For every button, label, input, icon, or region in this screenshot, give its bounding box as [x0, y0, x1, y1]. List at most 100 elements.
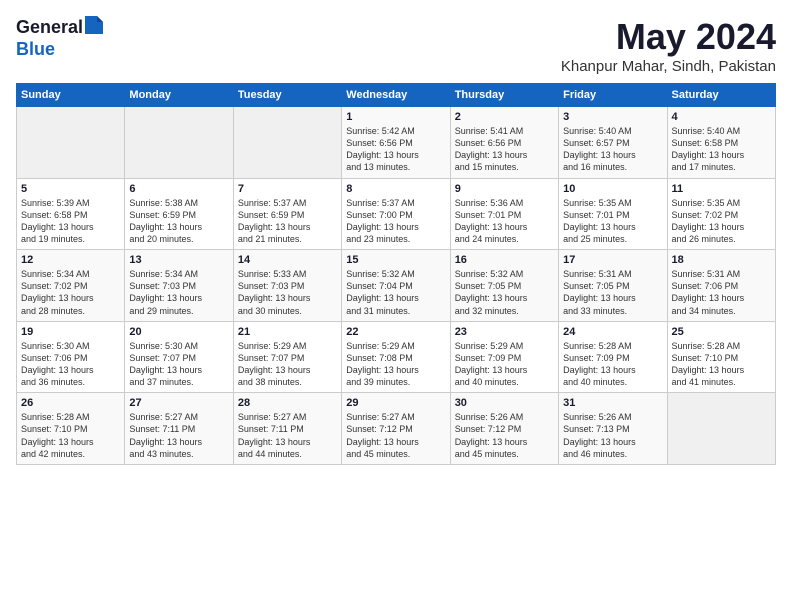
day-info: Sunrise: 5:41 AM Sunset: 6:56 PM Dayligh… [455, 125, 554, 174]
calendar-cell: 29Sunrise: 5:27 AM Sunset: 7:12 PM Dayli… [342, 393, 450, 465]
calendar-week-row: 19 Sunrise: 5:30 AM Sunset: 7:06 PM Dayli… [17, 321, 776, 393]
day-info: Sunrise: 5:28 AM Sunset: 7:09 PM Dayligh… [563, 340, 662, 389]
calendar-cell: 13 Sunrise: 5:34 AM Sunset: 7:03 PM Dayli… [125, 250, 233, 322]
day-number: 25 [672, 326, 771, 338]
calendar-cell: 1 Sunrise: 5:42 AM Sunset: 6:56 PM Daylig… [342, 107, 450, 179]
day-info: Sunrise: 5:28 AM Sunset: 7:10 PM Dayligh… [21, 411, 120, 460]
day-number: 16 [455, 254, 554, 266]
calendar-cell: 12 Sunrise: 5:34 AM Sunset: 7:02 PM Dayli… [17, 250, 125, 322]
day-info: Sunrise: 5:31 AM Sunset: 7:05 PM Dayligh… [563, 268, 662, 317]
day-number: 21 [238, 326, 337, 338]
calendar-cell: 30 Sunrise: 5:26 AM Sunset: 7:12 PM Dayli… [450, 393, 558, 465]
calendar-cell: 16 Sunrise: 5:32 AM Sunset: 7:05 PM Dayli… [450, 250, 558, 322]
weekday-header-sunday: Sunday [17, 84, 125, 107]
day-info: Sunrise: 5:40 AM Sunset: 6:57 PM Dayligh… [563, 125, 662, 174]
day-number: 24 [563, 326, 662, 338]
calendar-cell: 21 Sunrise: 5:29 AM Sunset: 7:07 PM Dayli… [233, 321, 341, 393]
day-info: Sunrise: 5:38 AM Sunset: 6:59 PM Dayligh… [129, 197, 228, 246]
day-number: 14 [238, 254, 337, 266]
calendar-cell: 24 Sunrise: 5:28 AM Sunset: 7:09 PM Dayli… [559, 321, 667, 393]
calendar-cell: 28 Sunrise: 5:27 AM Sunset: 7:11 PM Dayli… [233, 393, 341, 465]
weekday-header-wednesday: Wednesday [342, 84, 450, 107]
day-info: Sunrise: 5:27 AM Sunset: 7:12 PM Dayligh… [346, 411, 445, 460]
day-info: Sunrise: 5:30 AM Sunset: 7:07 PM Dayligh… [129, 340, 228, 389]
logo-blue-text: Blue [16, 39, 55, 59]
day-info: Sunrise: 5:37 AM Sunset: 7:00 PM Dayligh… [346, 197, 445, 246]
weekday-header-saturday: Saturday [667, 84, 775, 107]
day-number: 26 [21, 397, 120, 409]
calendar-cell: 8 Sunrise: 5:37 AM Sunset: 7:00 PM Daylig… [342, 178, 450, 250]
calendar-cell: 14 Sunrise: 5:33 AM Sunset: 7:03 PM Dayli… [233, 250, 341, 322]
day-number: 30 [455, 397, 554, 409]
day-number: 8 [346, 183, 445, 195]
day-info: Sunrise: 5:34 AM Sunset: 7:03 PM Dayligh… [129, 268, 228, 317]
calendar-cell: 23 Sunrise: 5:29 AM Sunset: 7:09 PM Dayli… [450, 321, 558, 393]
day-number: 4 [672, 111, 771, 123]
calendar-title: May 2024 [561, 16, 776, 58]
day-info: Sunrise: 5:32 AM Sunset: 7:05 PM Dayligh… [455, 268, 554, 317]
calendar-cell: 3Sunrise: 5:40 AM Sunset: 6:57 PM Daylig… [559, 107, 667, 179]
day-number: 12 [21, 254, 120, 266]
day-number: 5 [21, 183, 120, 195]
day-number: 18 [672, 254, 771, 266]
day-info: Sunrise: 5:30 AM Sunset: 7:06 PM Dayligh… [21, 340, 120, 389]
calendar-cell [667, 393, 775, 465]
calendar-cell: 19 Sunrise: 5:30 AM Sunset: 7:06 PM Dayli… [17, 321, 125, 393]
day-number: 19 [21, 326, 120, 338]
header: General Blue May 2024 Khanpur Mahar, Sin… [16, 16, 776, 75]
calendar-cell: 10 Sunrise: 5:35 AM Sunset: 7:01 PM Dayli… [559, 178, 667, 250]
day-info: Sunrise: 5:26 AM Sunset: 7:12 PM Dayligh… [455, 411, 554, 460]
day-number: 10 [563, 183, 662, 195]
day-number: 2 [455, 111, 554, 123]
day-info: Sunrise: 5:34 AM Sunset: 7:02 PM Dayligh… [21, 268, 120, 317]
day-number: 7 [238, 183, 337, 195]
day-number: 23 [455, 326, 554, 338]
day-number: 9 [455, 183, 554, 195]
calendar-cell: 27Sunrise: 5:27 AM Sunset: 7:11 PM Dayli… [125, 393, 233, 465]
day-number: 28 [238, 397, 337, 409]
weekday-header-thursday: Thursday [450, 84, 558, 107]
weekday-header-tuesday: Tuesday [233, 84, 341, 107]
day-info: Sunrise: 5:37 AM Sunset: 6:59 PM Dayligh… [238, 197, 337, 246]
calendar-cell: 22Sunrise: 5:29 AM Sunset: 7:08 PM Dayli… [342, 321, 450, 393]
day-number: 11 [672, 183, 771, 195]
calendar-cell: 6 Sunrise: 5:38 AM Sunset: 6:59 PM Daylig… [125, 178, 233, 250]
day-info: Sunrise: 5:35 AM Sunset: 7:01 PM Dayligh… [563, 197, 662, 246]
day-info: Sunrise: 5:35 AM Sunset: 7:02 PM Dayligh… [672, 197, 771, 246]
calendar-cell: 25 Sunrise: 5:28 AM Sunset: 7:10 PM Dayli… [667, 321, 775, 393]
day-info: Sunrise: 5:42 AM Sunset: 6:56 PM Dayligh… [346, 125, 445, 174]
day-info: Sunrise: 5:40 AM Sunset: 6:58 PM Dayligh… [672, 125, 771, 174]
calendar-table: SundayMondayTuesdayWednesdayThursdayFrid… [16, 83, 776, 465]
day-info: Sunrise: 5:29 AM Sunset: 7:09 PM Dayligh… [455, 340, 554, 389]
calendar-cell: 20 Sunrise: 5:30 AM Sunset: 7:07 PM Dayli… [125, 321, 233, 393]
calendar-subtitle: Khanpur Mahar, Sindh, Pakistan [561, 58, 776, 75]
calendar-cell: 4 Sunrise: 5:40 AM Sunset: 6:58 PM Daylig… [667, 107, 775, 179]
calendar-cell [17, 107, 125, 179]
day-number: 1 [346, 111, 445, 123]
day-info: Sunrise: 5:29 AM Sunset: 7:07 PM Dayligh… [238, 340, 337, 389]
day-info: Sunrise: 5:27 AM Sunset: 7:11 PM Dayligh… [129, 411, 228, 460]
day-info: Sunrise: 5:39 AM Sunset: 6:58 PM Dayligh… [21, 197, 120, 246]
title-area: May 2024 Khanpur Mahar, Sindh, Pakistan [561, 16, 776, 75]
calendar-cell: 18Sunrise: 5:31 AM Sunset: 7:06 PM Dayli… [667, 250, 775, 322]
calendar-cell: 31Sunrise: 5:26 AM Sunset: 7:13 PM Dayli… [559, 393, 667, 465]
day-number: 22 [346, 326, 445, 338]
day-number: 20 [129, 326, 228, 338]
weekday-header-friday: Friday [559, 84, 667, 107]
day-number: 13 [129, 254, 228, 266]
day-info: Sunrise: 5:26 AM Sunset: 7:13 PM Dayligh… [563, 411, 662, 460]
calendar-week-row: 12 Sunrise: 5:34 AM Sunset: 7:02 PM Dayli… [17, 250, 776, 322]
day-info: Sunrise: 5:32 AM Sunset: 7:04 PM Dayligh… [346, 268, 445, 317]
weekday-header-monday: Monday [125, 84, 233, 107]
day-number: 6 [129, 183, 228, 195]
day-number: 15 [346, 254, 445, 266]
calendar-cell [233, 107, 341, 179]
logo-general-text: General [16, 17, 83, 38]
day-info: Sunrise: 5:27 AM Sunset: 7:11 PM Dayligh… [238, 411, 337, 460]
day-info: Sunrise: 5:33 AM Sunset: 7:03 PM Dayligh… [238, 268, 337, 317]
calendar-cell: 5 Sunrise: 5:39 AM Sunset: 6:58 PM Daylig… [17, 178, 125, 250]
calendar-week-row: 5 Sunrise: 5:39 AM Sunset: 6:58 PM Daylig… [17, 178, 776, 250]
calendar-cell: 2 Sunrise: 5:41 AM Sunset: 6:56 PM Daylig… [450, 107, 558, 179]
weekday-header-row: SundayMondayTuesdayWednesdayThursdayFrid… [17, 84, 776, 107]
day-info: Sunrise: 5:28 AM Sunset: 7:10 PM Dayligh… [672, 340, 771, 389]
